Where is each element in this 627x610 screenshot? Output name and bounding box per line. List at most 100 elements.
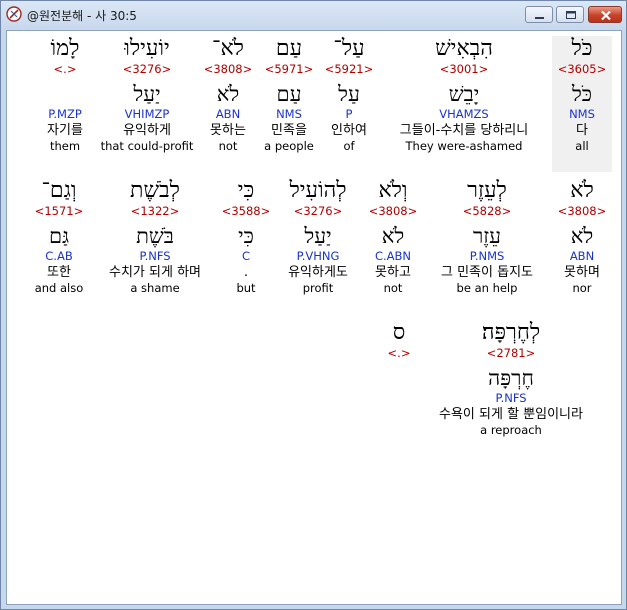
morph-code: P.MZP <box>48 107 82 121</box>
english-gloss: but <box>236 281 256 295</box>
english-gloss: a reproach <box>480 423 542 437</box>
strong-number[interactable]: <3605> <box>552 62 612 77</box>
korean-gloss: 못하고 <box>375 265 411 280</box>
hebrew-word: כִּי <box>237 178 255 203</box>
strong-number[interactable]: <3588> <box>219 204 273 219</box>
word-cell[interactable]: עַל־ <5921> עַל P 인하여 of <box>319 36 379 154</box>
strong-number[interactable]: <3276> <box>277 204 359 219</box>
lexeme: לֹא <box>216 82 240 106</box>
lexeme: יָבֵשׁ <box>448 82 480 106</box>
korean-gloss: 수치가 되게 하며 <box>109 265 201 280</box>
strong-number[interactable]: <2781> <box>419 346 603 361</box>
korean-gloss: 그들이-수치를 당하리니 <box>399 123 529 138</box>
korean-gloss: 다 <box>576 123 588 138</box>
lexeme: לֹא <box>570 224 594 248</box>
english-gloss: that could-profit <box>100 139 194 153</box>
hebrew-word: לְהוֹעִיל <box>289 178 347 203</box>
hebrew-word: לְעֵזֶר <box>467 178 507 203</box>
word-cell[interactable]: לְבֹשֶׁת <1322> בֹּשֶׁת P.NFS 수치가 되게 하며 … <box>95 178 215 296</box>
word-cell[interactable]: הִבְאִישׁ <3001> יָבֵשׁ VHAMZS 그들이-수치를 당… <box>384 36 544 154</box>
hebrew-word: לְחֶרְפָּה׃ <box>481 320 541 345</box>
hebrew-word: וְלֹא <box>378 178 408 203</box>
morph-code: C.AB <box>45 249 73 263</box>
strong-number[interactable]: <3276> <box>97 62 197 77</box>
english-gloss: a people <box>264 139 314 153</box>
word-cell[interactable]: יוֹעִילוּ <3276> יַעַל VHIMZP 유익하게 that … <box>97 36 197 154</box>
strong-number[interactable]: <5921> <box>319 62 379 77</box>
english-gloss: not <box>218 139 238 153</box>
word-cell[interactable]: לְחֶרְפָּה׃ <2781> חֶרְפָּה P.NFS 수욕이 되게… <box>419 320 603 438</box>
strong-number[interactable]: <3808> <box>552 204 612 219</box>
word-cell[interactable]: כִּי <3588> כִּי C . but <box>219 178 273 296</box>
morph-code: VHAMZS <box>439 107 489 121</box>
korean-gloss: 유익하게 <box>123 123 171 138</box>
word-cell[interactable]: לָמוֹ <.> P.MZP 자기를 them <box>35 36 95 154</box>
close-button[interactable] <box>588 6 622 23</box>
interlinear-app-icon[interactable] <box>6 6 22 22</box>
korean-gloss: 유익하게도 <box>288 265 348 280</box>
strong-number[interactable]: <.> <box>35 62 95 77</box>
word-cell[interactable]: לְעֵזֶר <5828> עֵזֶר P.NMS 그 민족이 돕지도 be … <box>427 178 547 296</box>
hebrew-word: הִבְאִישׁ <box>435 36 493 61</box>
strong-number[interactable]: <5971> <box>259 62 319 77</box>
english-gloss: them <box>49 139 81 153</box>
lexeme: יַעַל <box>304 224 332 248</box>
lexeme: לֹא <box>381 224 405 248</box>
korean-gloss: . <box>243 265 249 280</box>
hebrew-word: לְבֹשֶׁת <box>130 178 180 203</box>
maximize-button[interactable] <box>556 6 584 23</box>
word-cell[interactable]: ס <.> <box>377 320 421 361</box>
korean-gloss: 또한 <box>47 265 71 280</box>
morph-code: VHIMZP <box>124 107 170 121</box>
word-cell[interactable]: לְהוֹעִיל <3276> יַעַל P.VHNG 유익하게도 prof… <box>277 178 359 296</box>
word-cell[interactable]: כֹּל <3605> כֹּל NMS 다 all <box>552 36 612 172</box>
hebrew-word: לֹא־ <box>212 36 244 61</box>
minimize-button[interactable] <box>525 6 553 23</box>
english-gloss: and also <box>34 281 84 295</box>
hebrew-word: לָמוֹ <box>50 36 80 61</box>
strong-number[interactable]: <3001> <box>384 62 544 77</box>
english-gloss: be an help <box>456 281 518 295</box>
interlinear-panel: כֹּל <3605> כֹּל NMS 다 all הִבְאִישׁ <30… <box>6 30 622 605</box>
hebrew-word: לֹא <box>570 178 594 203</box>
word-cell[interactable]: וְגַם־ <1571> גַּם C.AB 또한 and also <box>29 178 89 296</box>
korean-gloss: 못하며 <box>564 265 600 280</box>
english-gloss: not <box>383 281 403 295</box>
lexeme: עַל <box>338 82 360 106</box>
english-gloss: a shame <box>130 281 180 295</box>
strong-number[interactable]: <1322> <box>95 204 215 219</box>
window-title: @원전분해 - 사 30:5 <box>27 9 137 23</box>
strong-number[interactable]: <5828> <box>427 204 547 219</box>
morph-code: P <box>345 107 353 121</box>
strong-number[interactable]: <3808> <box>199 62 257 77</box>
word-cell[interactable]: לֹא־ <3808> לֹא ABN 못하는 not <box>199 36 257 154</box>
lexeme: בֹּשֶׁת <box>136 224 174 248</box>
strong-number[interactable]: <1571> <box>29 204 89 219</box>
close-icon <box>601 10 611 21</box>
lexeme: גַּם <box>48 224 70 248</box>
lexeme: כֹּל <box>571 82 593 106</box>
english-gloss: profit <box>302 281 334 295</box>
strong-number[interactable]: <3808> <box>363 204 423 219</box>
morph-code: NMS <box>276 107 302 121</box>
korean-gloss: 수욕이 되게 할 뿐임이니라 <box>439 407 583 422</box>
maximize-icon <box>566 11 576 19</box>
hebrew-word: כֹּל <box>571 36 593 61</box>
morph-code: P.NMS <box>469 249 505 263</box>
title-bar[interactable]: @원전분해 - 사 30:5 <box>1 1 626 29</box>
korean-gloss: 그 민족이 돕지도 <box>441 265 533 280</box>
word-cell[interactable]: לֹא <3808> לֹא ABN 못하며 nor <box>552 178 612 296</box>
strong-number[interactable]: <.> <box>377 346 421 361</box>
hebrew-word: יוֹעִילוּ <box>124 36 170 61</box>
morph-code: C <box>241 249 251 263</box>
morph-code: P.NFS <box>495 391 527 405</box>
word-cell[interactable]: וְלֹא <3808> לֹא C.ABN 못하고 not <box>363 178 423 296</box>
lexeme: כִּי <box>238 224 254 248</box>
korean-gloss: 못하는 <box>210 123 246 138</box>
word-cell[interactable]: עַם <5971> עַם NMS 민족을 a people <box>259 36 319 154</box>
hebrew-word: עַל־ <box>333 36 365 61</box>
english-gloss: of <box>343 139 355 153</box>
interlinear-window: @원전분해 - 사 30:5 כֹּל <3605> כֹּל NMS 다 al… <box>0 0 627 610</box>
english-gloss: They were-ashamed <box>405 139 523 153</box>
lexeme: עֵזֶר <box>472 224 502 248</box>
